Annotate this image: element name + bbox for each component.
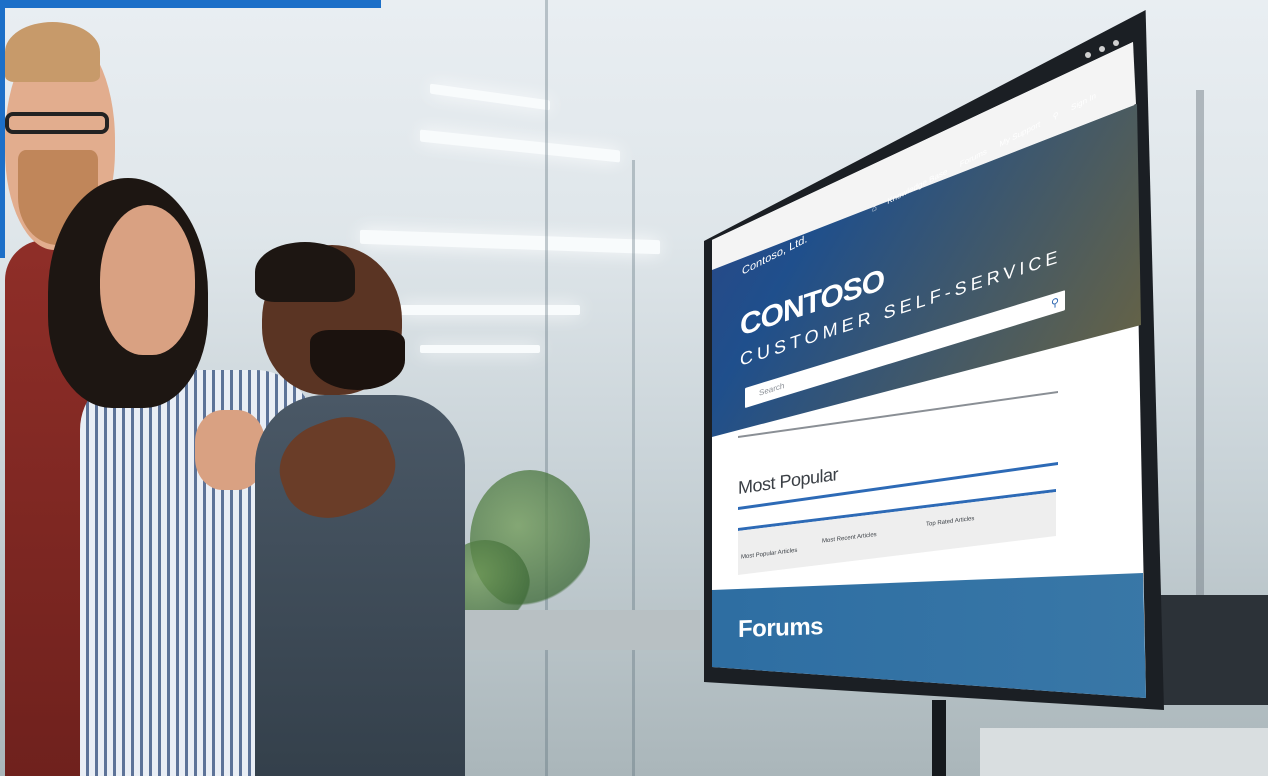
window-control bbox=[1099, 46, 1105, 52]
glass-frame bbox=[632, 160, 635, 776]
person-striped-shirt-head bbox=[100, 205, 195, 355]
office-desk bbox=[980, 728, 1268, 776]
glasses bbox=[5, 112, 109, 134]
search-placeholder: Search bbox=[759, 380, 785, 398]
window-control bbox=[1085, 52, 1091, 58]
hair bbox=[255, 242, 355, 302]
tab-most-popular[interactable]: Most Popular Articles bbox=[741, 548, 797, 561]
forums-title-wrap: Forums bbox=[738, 613, 823, 644]
ceiling-light bbox=[400, 305, 580, 315]
search-icon[interactable]: ⚲ bbox=[1051, 295, 1059, 310]
window-control bbox=[1113, 40, 1119, 46]
monitor-stand bbox=[932, 700, 946, 776]
tab-most-recent[interactable]: Most Recent Articles bbox=[822, 532, 877, 545]
office-desk bbox=[440, 610, 700, 650]
hair bbox=[5, 22, 100, 82]
beard bbox=[310, 330, 405, 390]
search-icon[interactable]: ⚲ bbox=[1053, 110, 1059, 122]
side-display bbox=[1160, 595, 1268, 705]
tab-top-rated[interactable]: Top Rated Articles bbox=[926, 516, 974, 528]
home-icon[interactable]: ⌂ bbox=[872, 203, 877, 214]
forums-title: Forums bbox=[738, 613, 824, 643]
glass-frame bbox=[545, 0, 548, 776]
top-accent-bar bbox=[0, 0, 381, 8]
ceiling-light bbox=[420, 345, 540, 353]
